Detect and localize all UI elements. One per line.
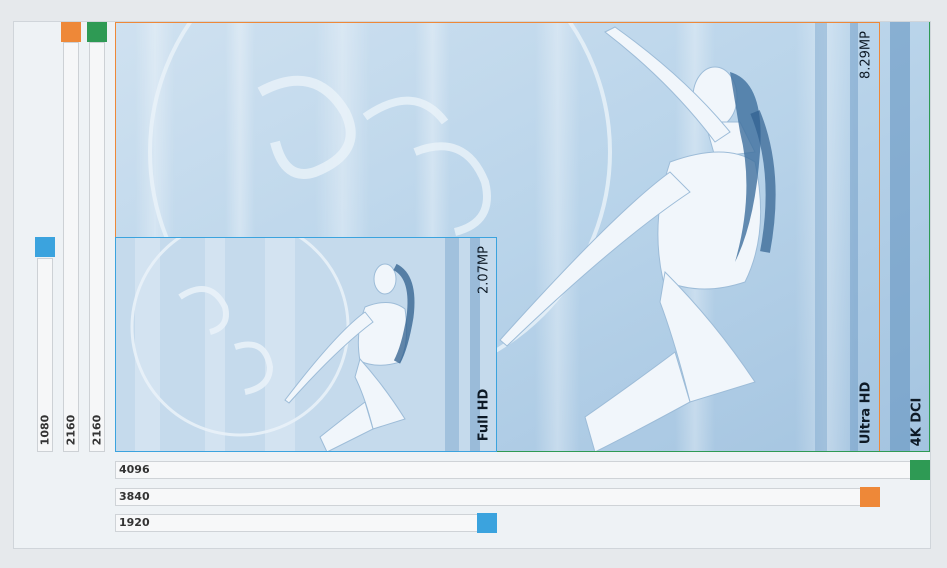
ultra-hd-megapixels: 8.29MP <box>858 30 874 80</box>
vertical-bar-4k-dci <box>89 42 105 452</box>
horizontal-bar-label: 3840 <box>119 490 150 503</box>
horizontal-bar-ultra-hd: 3840 <box>115 488 862 506</box>
ultra-hd-color-marker <box>61 22 81 42</box>
4k-dci-label: 4K DCI <box>909 397 925 447</box>
full-hd-color-marker <box>35 237 55 257</box>
horizontal-bar-4k-dci: 4096 <box>115 461 912 479</box>
ultra-hd-label: Ultra HD <box>858 381 874 444</box>
vertical-bar-label: 1080 <box>38 414 52 446</box>
full-hd-frame-border <box>115 237 497 452</box>
horizontal-bar-full-hd: 1920 <box>115 514 479 532</box>
full-hd-color-marker <box>477 513 497 533</box>
vertical-bar-label: 2160 <box>64 414 78 446</box>
vertical-bar-ultra-hd <box>63 42 79 452</box>
full-hd-megapixels: 2.07MP <box>476 245 492 295</box>
vertical-bar-label: 2160 <box>90 414 104 446</box>
4k-dci-color-marker <box>87 22 107 42</box>
4k-dci-color-marker <box>910 460 930 480</box>
ultra-hd-color-marker <box>860 487 880 507</box>
horizontal-bar-label: 4096 <box>119 463 150 476</box>
horizontal-bar-label: 1920 <box>119 516 150 529</box>
full-hd-label: Full HD <box>476 388 492 442</box>
